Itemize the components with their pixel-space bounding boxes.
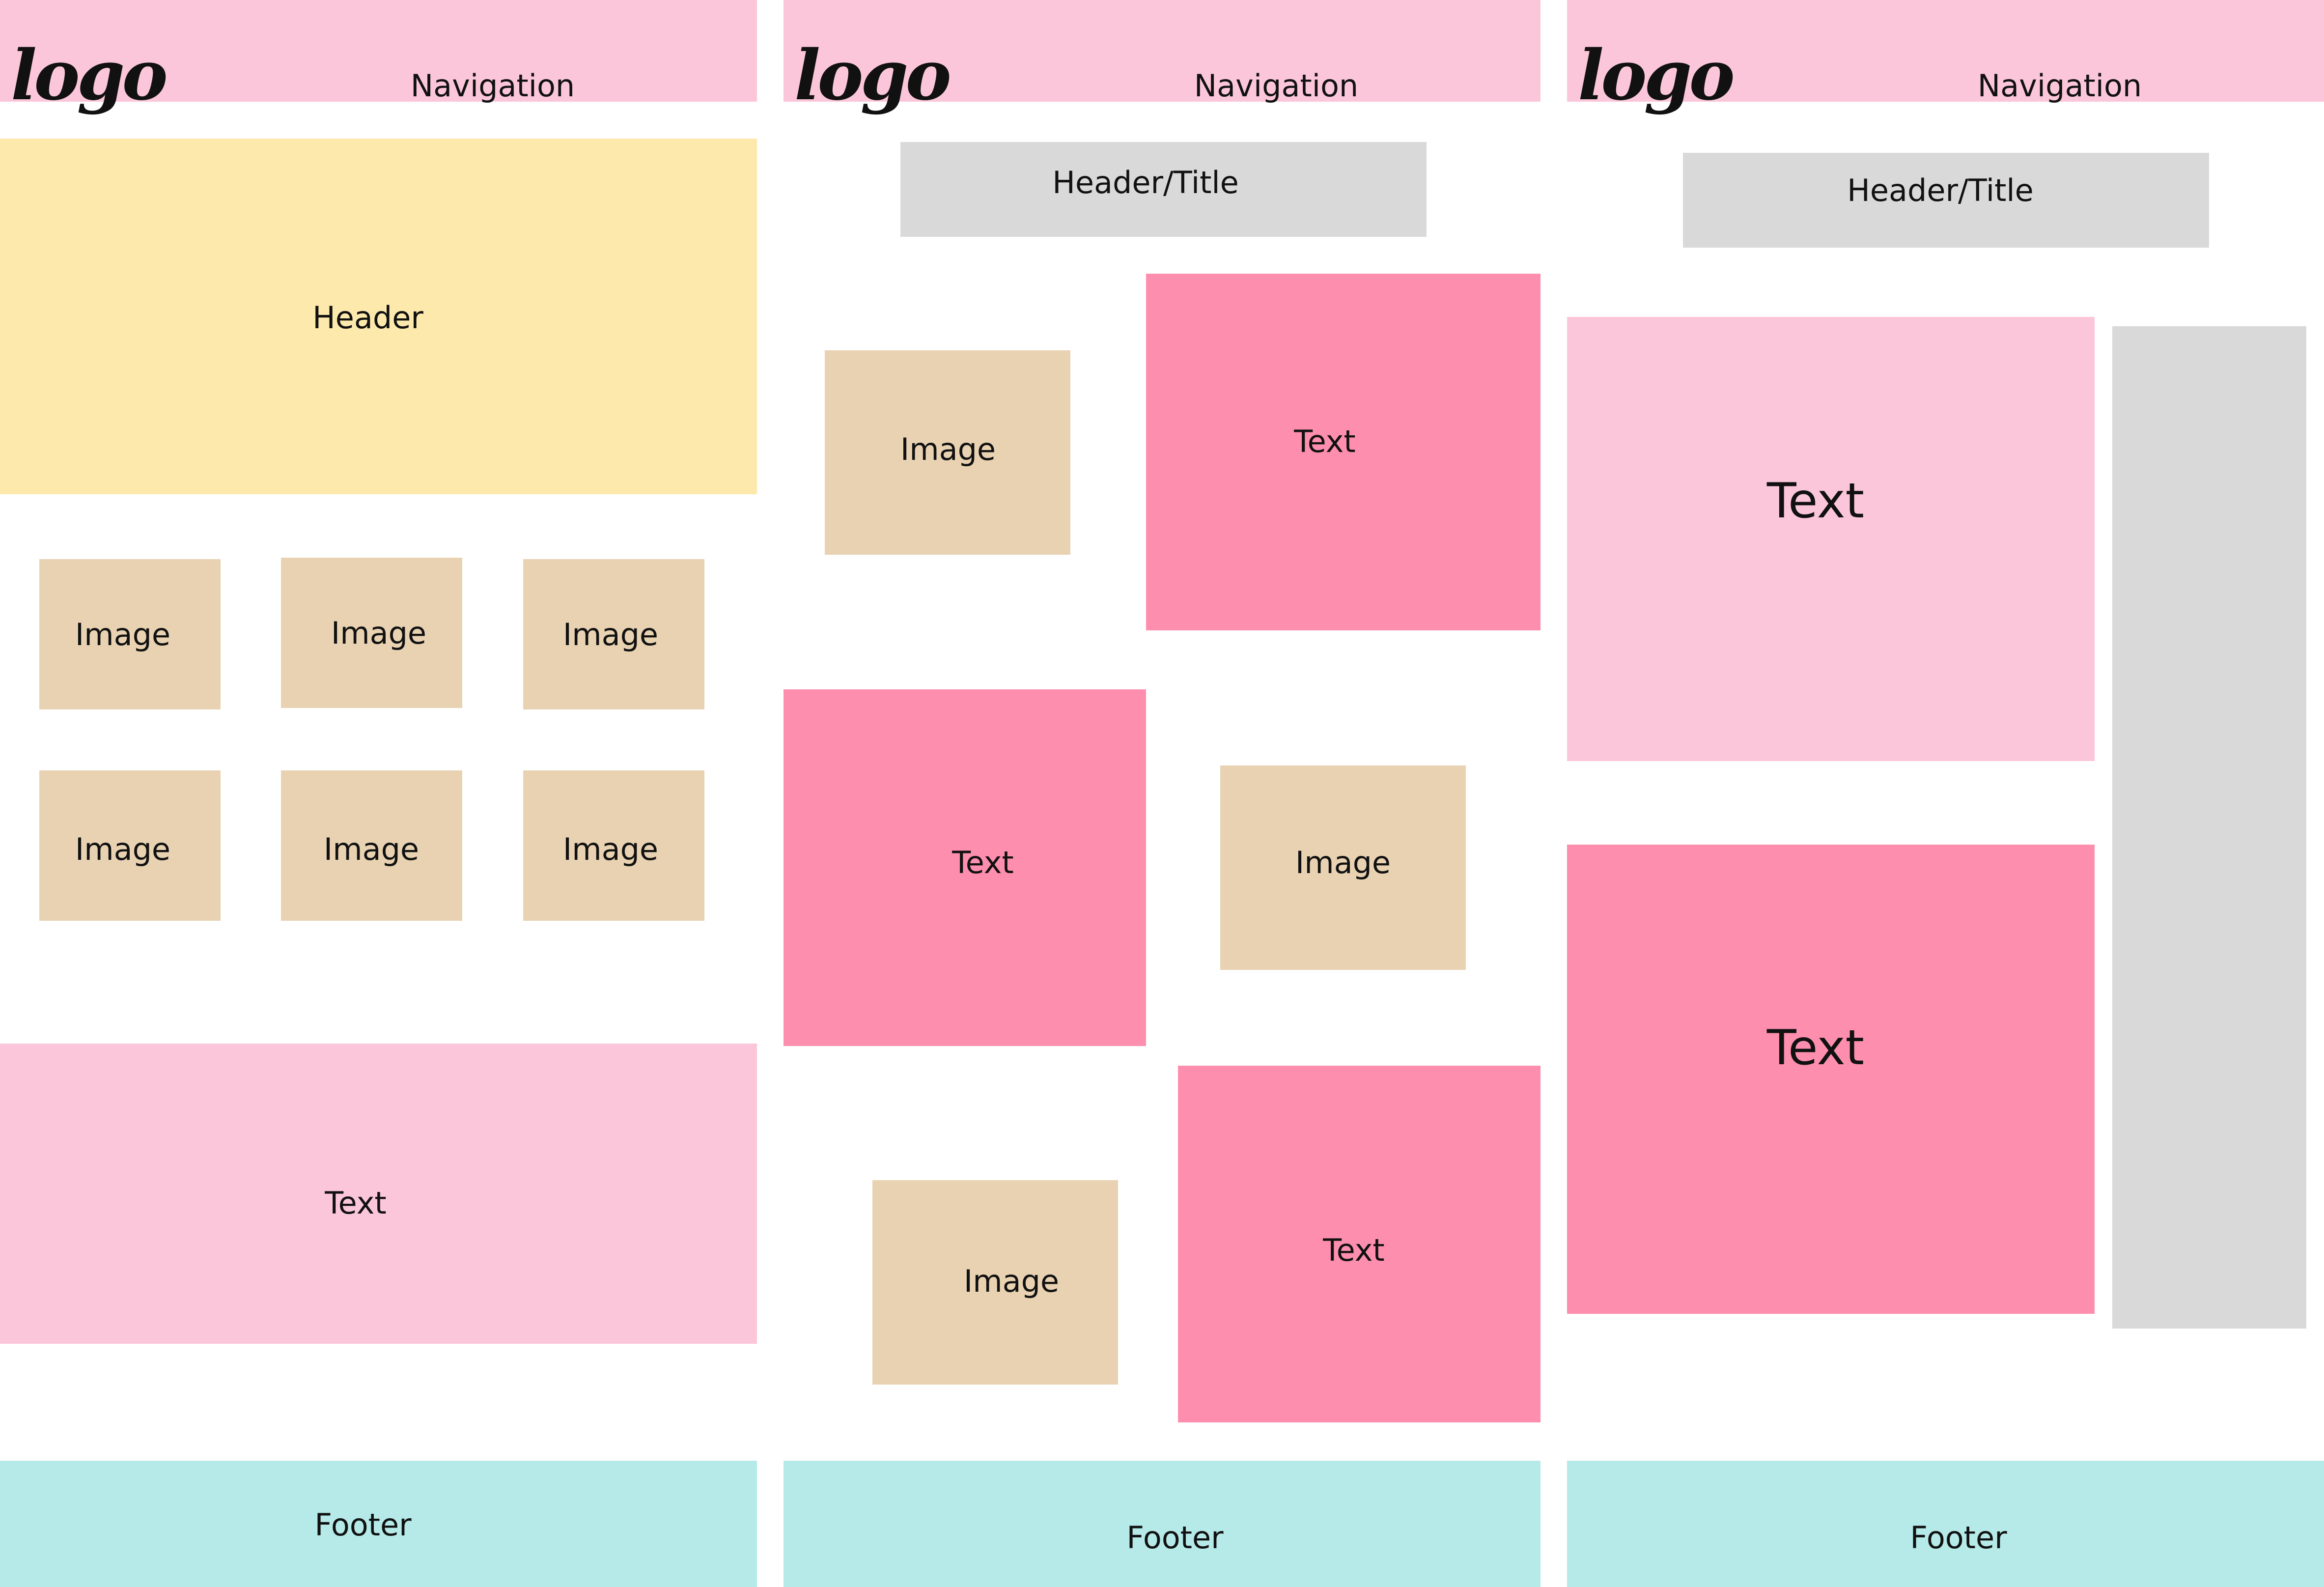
- layout-1-footer-label: Footer: [314, 1507, 412, 1543]
- layout-2-header-title-label: Header/Title: [1052, 165, 1239, 200]
- layout-1-image-label: Image: [331, 615, 427, 651]
- layout-2-image-label: Image: [1295, 845, 1391, 880]
- layout-1-image-label: Image: [562, 831, 659, 867]
- layout-2-text-label: Text: [952, 845, 1014, 880]
- layout-1-image-label: Image: [562, 617, 659, 652]
- layout-1-image-label: Image: [75, 617, 171, 652]
- layout-2-footer-label: Footer: [1126, 1520, 1224, 1556]
- layout-1-image-label: Image: [75, 831, 171, 867]
- layout-2-image-label: Image: [900, 431, 996, 467]
- layout-3-text-label: Text: [1766, 1020, 1865, 1076]
- layout-3-sidebar: [2112, 326, 2306, 1329]
- layout-2-image-label: Image: [963, 1263, 1060, 1299]
- layout-3-text-block: [1567, 317, 2095, 761]
- layout-3-text-block: [1567, 845, 2095, 1314]
- layout-1-image-label: Image: [323, 831, 420, 867]
- layout-1-navigation-label: Navigation: [410, 68, 575, 104]
- layout-3-logo: logo: [1578, 35, 1735, 116]
- layout-3-text-label: Text: [1766, 473, 1865, 529]
- layout-3-footer-label: Footer: [1910, 1520, 2007, 1556]
- layout-2-text-label: Text: [1294, 424, 1356, 459]
- layout-1-text-label: Text: [325, 1185, 387, 1221]
- layout-3-header-title-label: Header/Title: [1847, 172, 2034, 208]
- layout-2-navigation-label: Navigation: [1194, 68, 1359, 104]
- layout-2-text-label: Text: [1323, 1232, 1385, 1268]
- layout-3-navigation-label: Navigation: [1977, 68, 2142, 104]
- layout-1-logo: logo: [11, 35, 168, 116]
- layout-1-header-label: Header: [312, 300, 423, 336]
- layout-2-logo: logo: [794, 35, 952, 116]
